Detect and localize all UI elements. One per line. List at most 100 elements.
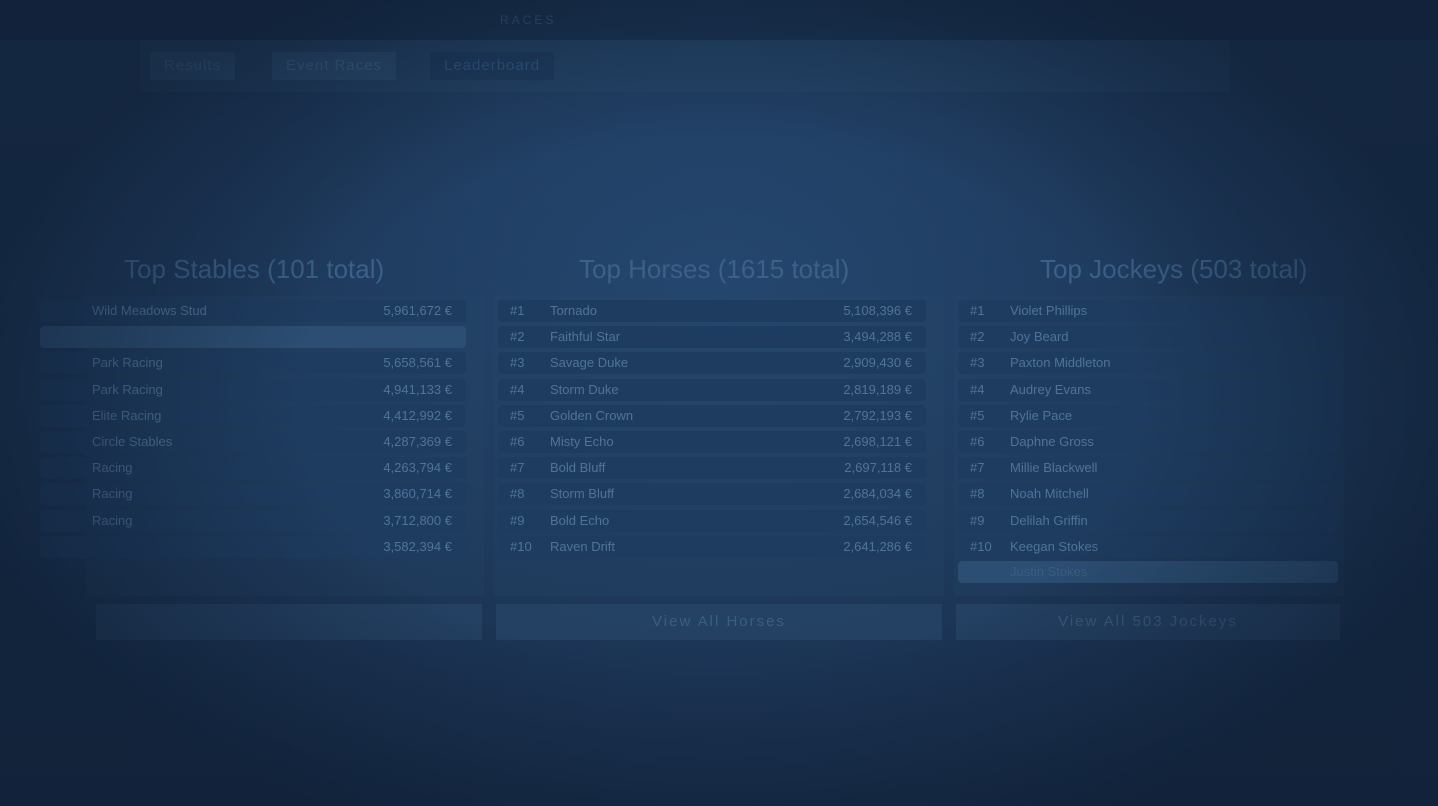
horse-value: 5,108,396 € [843,303,912,318]
horse-name: Faithful Star [550,329,621,345]
stable-value: 3,712,800 € [383,512,452,528]
stable-value: 5,658,561 € [383,355,452,371]
stable-row[interactable]: Park Racing 5,658,561 € [40,352,466,375]
jockey-name: Justin Stokes [1010,564,1088,579]
horse-row[interactable]: #9 Bold Echo 2,654,546 € [498,509,926,532]
stable-row[interactable]: Park Racing 4,941,133 € [40,378,466,401]
stable-name: Park Racing [92,381,163,397]
stable-value: 5,961,672 € [383,303,452,318]
horse-rank: #4 [510,381,525,397]
horse-value: 2,819,189 € [843,381,912,397]
stable-name: Racing [92,460,133,476]
jockey-row[interactable]: #5 Rylie Pace [958,404,1338,427]
stable-name: Park Racing [92,355,163,371]
horse-name: Bold Echo [550,512,610,528]
jockey-name: Violet Phillips [1010,303,1088,318]
jockey-row[interactable]: #1 Violet Phillips [958,300,1338,322]
jockey-name: Joy Beard [1010,329,1069,345]
jockey-row[interactable]: #4 Audrey Evans [958,378,1338,401]
jockey-name: Rylie Pace [1010,407,1073,423]
horse-name: Storm Duke [550,381,619,397]
jockey-rank: #7 [970,460,985,476]
stable-row[interactable]: Wild Meadows Stud 5,961,672 € [40,300,466,322]
stable-row[interactable] [40,326,466,349]
horse-row[interactable]: #1 Tornado 5,108,396 € [498,300,926,322]
sub-tabs-bar: Results Event Races Leaderboard [140,40,1230,92]
jockey-rank: #6 [970,434,985,449]
top-navigation: Races [0,0,1438,40]
jockey-name: Delilah Griffin [1010,512,1088,528]
jockey-row[interactable]: #9 Delilah Griffin [958,509,1338,532]
horse-rank: #1 [510,303,525,318]
horse-row[interactable]: #4 Storm Duke 2,819,189 € [498,378,926,401]
stable-name: Racing [92,512,133,528]
horse-row[interactable]: #7 Bold Bluff 2,697,118 € [498,457,926,480]
horse-row[interactable]: #3 Savage Duke 2,909,430 € [498,352,926,375]
jockey-row[interactable]: #2 Joy Beard [958,326,1338,349]
horse-value: 2,698,121 € [843,434,912,449]
view-all-horses-button[interactable]: View All Horses [496,604,942,640]
jockey-rank: #3 [970,355,985,371]
horse-value: 2,641,286 € [843,538,912,554]
stable-value: 4,287,369 € [383,434,452,449]
horse-rank: #5 [510,407,525,423]
horse-rank: #7 [510,460,525,476]
tab-event-races[interactable]: Event Races [272,52,397,80]
jockey-row[interactable]: #7 Millie Blackwell [958,457,1338,480]
stable-row[interactable]: Racing 3,712,800 € [40,509,466,532]
jockey-name: Noah Mitchell [1010,486,1089,502]
view-all-stables-button[interactable] [96,604,482,640]
horse-rank: #3 [510,355,525,371]
view-all-jockeys-button[interactable]: View All 503 Jockeys [956,604,1340,640]
jockey-row[interactable]: #6 Daphne Gross [958,431,1338,453]
horse-rank: #10 [510,538,532,554]
stable-row[interactable]: Circle Stables 4,287,369 € [40,431,466,453]
jockey-rank: #1 [970,303,985,318]
nav-item-races[interactable]: Races [500,13,556,27]
jockey-row[interactable]: #3 Paxton Middleton [958,352,1338,375]
jockey-name: Daphne Gross [1010,434,1094,449]
tab-leaderboard[interactable]: Leaderboard [430,52,555,80]
horses-title: Top Horses (1615 total) [579,254,850,284]
horse-value: 2,654,546 € [843,512,912,528]
horse-value: 3,494,288 € [843,329,912,345]
horse-name: Savage Duke [550,355,629,371]
stable-row[interactable]: Racing 4,263,794 € [40,457,466,480]
stable-name: Racing [92,486,133,502]
horse-value: 2,684,034 € [843,486,912,502]
horse-name: Bold Bluff [550,460,606,476]
stable-row[interactable]: 3,582,394 € [40,535,466,558]
stable-value: 4,263,794 € [383,460,452,476]
stable-name: Circle Stables [92,434,173,449]
horse-row[interactable]: #10 Raven Drift 2,641,286 € [498,535,926,558]
stables-title: Top Stables (101 total) [124,254,385,284]
horse-row[interactable]: #8 Storm Bluff 2,684,034 € [498,483,926,506]
jockey-name: Keegan Stokes [1010,538,1099,554]
horse-rank: #6 [510,434,525,449]
horse-value: 2,792,193 € [843,407,912,423]
jockey-rank: #8 [970,486,985,502]
horse-row[interactable]: #5 Golden Crown 2,792,193 € [498,404,926,427]
jockey-row-extra[interactable]: Justin Stokes [958,561,1338,583]
horse-rank: #8 [510,486,525,502]
horse-row[interactable]: #2 Faithful Star 3,494,288 € [498,326,926,349]
jockey-row[interactable]: #10 Keegan Stokes [958,535,1338,558]
stable-value: 3,582,394 € [383,538,452,554]
jockey-row[interactable]: #8 Noah Mitchell [958,483,1338,506]
stable-row[interactable]: Racing 3,860,714 € [40,483,466,506]
stable-row[interactable]: Elite Racing 4,412,992 € [40,404,466,427]
jockeys-title: Top Jockeys (503 total) [1040,254,1308,284]
horse-value: 2,697,118 € [844,460,912,476]
tab-results[interactable]: Results [150,52,236,80]
jockey-rank: #2 [970,329,985,345]
stable-name: Wild Meadows Stud [92,303,207,318]
jockey-rank: #10 [970,538,992,554]
jockey-name: Audrey Evans [1010,381,1091,397]
jockey-name: Paxton Middleton [1010,355,1111,371]
horse-rank: #2 [510,329,525,345]
horse-name: Misty Echo [550,434,614,449]
stable-value: 4,941,133 € [383,381,452,397]
jockey-rank: #9 [970,512,985,528]
jockey-name: Millie Blackwell [1010,460,1098,476]
horse-row[interactable]: #6 Misty Echo 2,698,121 € [498,431,926,453]
